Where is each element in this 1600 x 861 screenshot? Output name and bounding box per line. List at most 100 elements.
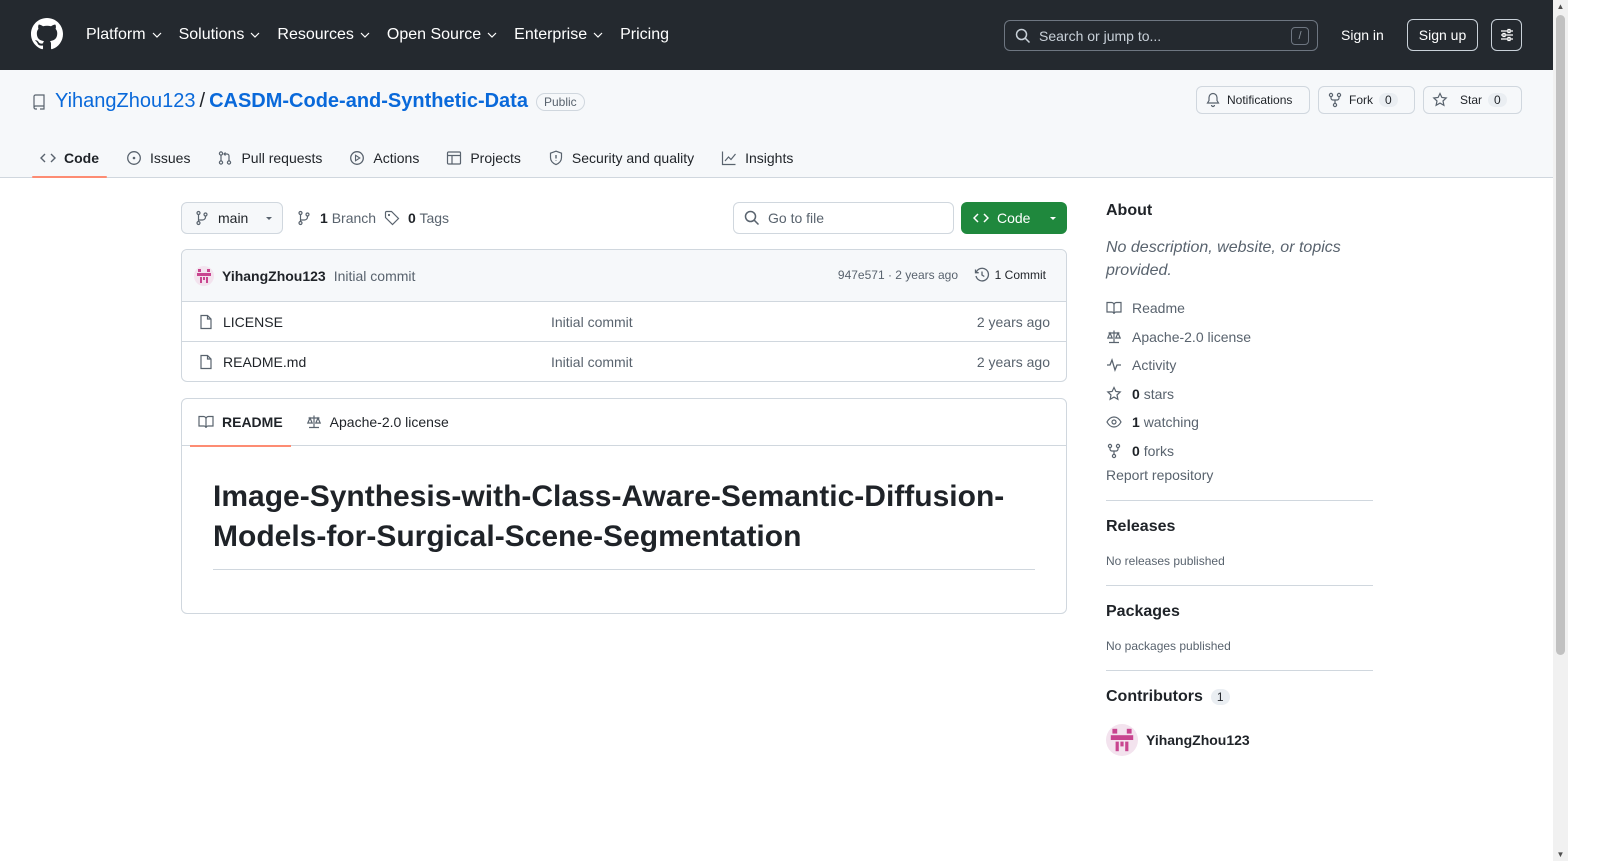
chevron-down-icon — [152, 32, 162, 38]
scroll-up-arrow-icon[interactable]: ▲ — [1556, 2, 1565, 11]
tag-icon — [384, 210, 400, 226]
nav-label: Enterprise — [514, 26, 588, 43]
tag-label: Tags — [419, 210, 450, 226]
stars-link[interactable]: 0 stars — [1106, 380, 1373, 409]
nav-solutions[interactable]: Solutions — [179, 26, 261, 44]
scrollbar-thumb[interactable] — [1556, 15, 1565, 655]
repo-separator: / — [199, 90, 206, 112]
license-link[interactable]: Apache-2.0 license — [1106, 323, 1373, 352]
code-icon — [973, 213, 989, 223]
readme-label: Readme — [1132, 300, 1185, 317]
nav-resources[interactable]: Resources — [277, 26, 370, 44]
about-title: About — [1106, 202, 1153, 219]
eye-icon — [1106, 416, 1122, 428]
report-repository-link[interactable]: Report repository — [1106, 467, 1373, 483]
tab-actions[interactable]: Actions — [341, 140, 427, 176]
settings-menu-button[interactable] — [1491, 19, 1522, 51]
caret-down-icon — [266, 217, 273, 220]
sign-in-link[interactable]: Sign in — [1341, 27, 1384, 43]
tab-projects[interactable]: Projects — [438, 140, 529, 176]
tab-security[interactable]: Security and quality — [540, 140, 702, 176]
branch-name: main — [218, 210, 249, 226]
license-label: Apache-2.0 license — [1132, 328, 1252, 345]
stars-count: 0 — [1132, 385, 1140, 402]
fork-button[interactable]: Fork 0 — [1318, 86, 1415, 114]
tab-label: Insights — [745, 150, 794, 166]
latest-commit: YihangZhou123 Initial commit 947e571 · 2… — [182, 250, 1066, 302]
packages-title[interactable]: Packages — [1106, 603, 1373, 621]
nav-enterprise[interactable]: Enterprise — [514, 26, 603, 44]
branches-link[interactable]: 1 Branch — [296, 210, 376, 226]
readme-link[interactable]: Readme — [1106, 294, 1373, 323]
readme-panel: README Apache-2.0 license Image-Synthesi… — [181, 398, 1067, 614]
forks-label: forks — [1143, 442, 1175, 459]
watching-link[interactable]: 1 watching — [1106, 408, 1373, 437]
search-input[interactable]: Search or jump to... / — [1004, 20, 1318, 51]
star-icon — [1432, 92, 1448, 107]
scroll-down-arrow-icon[interactable]: ▼ — [1556, 850, 1565, 859]
avatar[interactable] — [194, 265, 214, 286]
tag-count: 0 — [408, 210, 416, 226]
tab-issues[interactable]: Issues — [118, 140, 198, 176]
commit-count: 1 Commit — [994, 268, 1046, 282]
file-browser: YihangZhou123 Initial commit 947e571 · 2… — [181, 249, 1067, 382]
fork-count: 0 — [1379, 93, 1398, 107]
caret-down-icon — [1050, 217, 1057, 220]
nav-pricing[interactable]: Pricing — [620, 26, 669, 44]
tab-pull-requests[interactable]: Pull requests — [209, 140, 330, 176]
sign-up-button[interactable]: Sign up — [1407, 19, 1478, 51]
go-to-file-placeholder: Go to file — [768, 210, 825, 226]
contributors-title[interactable]: Contributors — [1106, 688, 1203, 706]
notifications-label: Notifications — [1227, 93, 1293, 107]
contributors-count: 1 — [1210, 689, 1230, 705]
book-icon — [1106, 302, 1122, 315]
nav-label: Open Source — [386, 26, 482, 43]
contributor-item[interactable]: YihangZhou123 — [1106, 724, 1373, 756]
nav-label: Platform — [86, 26, 146, 43]
play-icon — [350, 151, 365, 165]
stars-label: stars — [1143, 385, 1175, 402]
tab-license[interactable]: Apache-2.0 license — [298, 399, 457, 446]
file-name[interactable]: LICENSE — [223, 314, 283, 330]
watching-count: 1 — [1132, 414, 1140, 431]
readme-tabs: README Apache-2.0 license — [182, 399, 1066, 447]
fork-icon — [1328, 92, 1342, 108]
fork-label: Fork — [1349, 93, 1373, 107]
branch-selector[interactable]: main — [181, 202, 283, 234]
releases-title[interactable]: Releases — [1106, 518, 1373, 536]
file-row[interactable]: LICENSE Initial commit 2 years ago — [182, 302, 1066, 342]
search-shortcut-key: / — [1291, 27, 1309, 45]
nav-open-source[interactable]: Open Source — [387, 26, 497, 44]
file-commit-message[interactable]: Initial commit — [551, 354, 633, 370]
avatar[interactable] — [1106, 724, 1138, 756]
forks-link[interactable]: 0 forks — [1106, 437, 1373, 466]
table-icon — [447, 151, 462, 165]
nav-platform[interactable]: Platform — [86, 26, 162, 44]
star-button[interactable]: Star 0 — [1423, 86, 1522, 114]
tab-insights[interactable]: Insights — [713, 140, 801, 176]
tab-label: Pull requests — [241, 150, 323, 166]
go-to-file-input[interactable]: Go to file — [733, 202, 954, 234]
search-icon — [744, 210, 760, 226]
activity-link[interactable]: Activity — [1106, 351, 1373, 380]
fork-icon — [1107, 443, 1121, 458]
commit-history-link[interactable]: 1 Commit — [974, 267, 1046, 283]
commit-meta[interactable]: 947e571 · 2 years ago — [838, 268, 958, 282]
repo-owner-link[interactable]: YihangZhou123 — [55, 90, 196, 113]
book-icon — [198, 415, 214, 429]
github-logo-icon[interactable] — [31, 18, 63, 50]
file-icon — [200, 314, 212, 330]
code-button-label: Code — [997, 210, 1031, 226]
file-name[interactable]: README.md — [223, 354, 306, 370]
commit-author[interactable]: YihangZhou123 — [222, 268, 326, 284]
tab-readme[interactable]: README — [190, 399, 291, 447]
file-row[interactable]: README.md Initial commit 2 years ago — [182, 342, 1066, 382]
commit-message[interactable]: Initial commit — [334, 268, 416, 284]
tab-code[interactable]: Code — [32, 140, 107, 178]
notifications-button[interactable]: Notifications — [1196, 86, 1310, 114]
tags-link[interactable]: 0 Tags — [384, 210, 449, 226]
repo-name-link[interactable]: CASDM-Code-and-Synthetic-Data — [209, 90, 528, 113]
file-commit-message[interactable]: Initial commit — [551, 314, 633, 330]
nav-label: Pricing — [620, 26, 669, 43]
code-download-button[interactable]: Code — [961, 202, 1067, 234]
